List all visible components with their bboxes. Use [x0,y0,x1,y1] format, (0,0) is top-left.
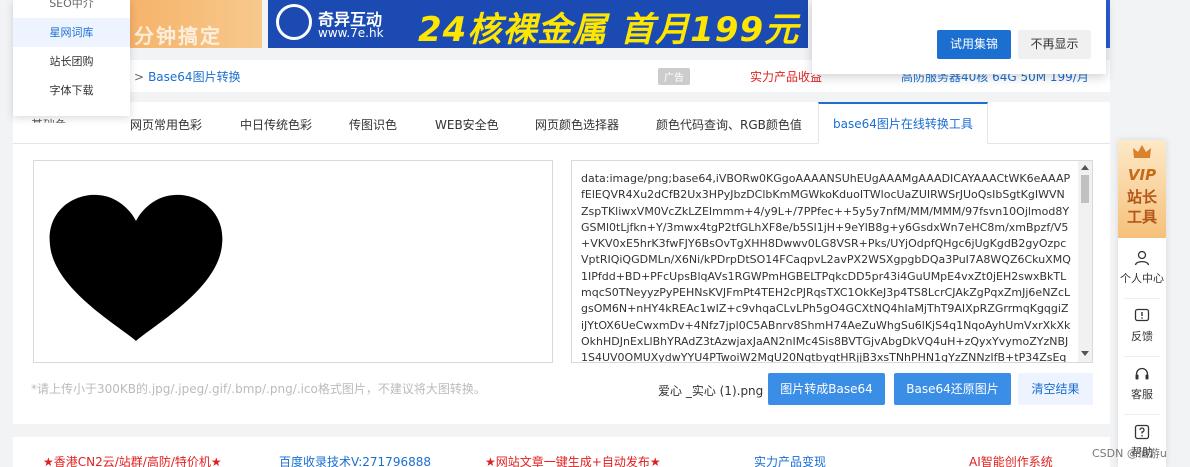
vip-tools-badge[interactable]: VIP 站长 工具 [1118,140,1166,238]
tab-traditional-colors[interactable]: 中日传统色彩 [240,116,312,133]
breadcrumb: 具>Base64图片转换 [118,68,241,85]
tab-image-color-picker[interactable]: 传图识色 [349,116,397,133]
brand-logo-icon [276,4,312,40]
textarea-scrollbar[interactable] [1078,161,1092,362]
tab-color-code-lookup[interactable]: 颜色代码查询、RGB颜色值 [656,116,802,133]
image-preview-box[interactable] [33,160,553,363]
tab-web-safe-colors[interactable]: WEB安全色 [435,116,499,133]
dont-show-again-button[interactable]: 不再显示 [1018,30,1091,59]
tab-base64-converter[interactable]: base64图片在线转换工具 [818,102,988,144]
headset-icon [1135,367,1149,380]
breadcrumb-separator: > [134,70,145,84]
convert-to-base64-button[interactable]: 图片转成Base64 [768,373,885,405]
ad-promo-text: 24核裸金属 首月199元 [418,10,800,48]
vip-line-2: 工具 [1126,208,1157,226]
right-float-toolbar: VIP 站长 工具 个人中心 反馈 客服 帮助 [1118,140,1166,467]
vip-line-1: 站长 [1126,188,1157,206]
ad-label-badge: 广告 [658,68,690,85]
heart-image [49,194,223,341]
help-icon [1134,424,1150,440]
tab-basic-color[interactable]: 基础色 [31,116,67,123]
breadcrumb-current[interactable]: Base64图片转换 [148,70,241,84]
footer-links: ★香港CN2云/站群/高防/特价机★ 百度收录技术V:271796888 ★网站… [13,437,1110,467]
footer-link[interactable]: ★香港CN2云/站群/高防/特价机★ [43,453,222,467]
ad-banner-left-text: 分钟搞定 [134,24,222,48]
uploaded-filename: 爱心 _实心 (1).png [658,384,764,398]
csdn-watermark: CSDN @仙游u [1092,447,1167,460]
ad-banner-left[interactable]: 分钟搞定 [130,0,262,48]
tool-tabs: 基础色 网页常用色彩 中日传统色彩 传图识色 WEB安全色 网页颜色选择器 颜色… [13,102,1110,144]
dropdown-item-group-buy[interactable]: 站长团购 [13,47,130,76]
nav-dropdown-menu: SEO中介 星网词库 站长团购 字体下载 [13,0,130,116]
vip-label: VIP [1127,166,1157,184]
footer-link[interactable]: ★网站文章一键生成+自动发布★ [485,453,661,467]
dropdown-item-thesaurus[interactable]: 星网词库 [13,18,130,47]
base64-output-text: data:image/png;base64,iVBORw0KGgoAAAANSU… [581,172,1071,363]
tab-color-selector[interactable]: 网页颜色选择器 [535,116,619,133]
ad-brand-url: www.7e.hk [318,26,384,40]
dropdown-item-fonts[interactable]: 字体下载 [13,76,130,105]
converter-panel: data:image/png;base64,iVBORw0KGgoAAAANSU… [13,144,1110,424]
try-collection-button[interactable]: 试用集锦 [937,30,1011,59]
float-user-center[interactable]: 个人中心 [1118,240,1166,296]
scroll-down-icon[interactable] [1081,351,1089,356]
user-icon [1134,250,1150,266]
float-feedback[interactable]: 反馈 [1118,298,1166,354]
dropdown-item-seo[interactable]: SEO中介 [13,0,130,18]
upload-hint: *请上传小于300KB的.jpg/.jpeg/.gif/.bmp/.png/.i… [31,382,486,396]
float-customer-service[interactable]: 客服 [1118,356,1166,412]
restore-image-button[interactable]: Base64还原图片 [894,373,1011,405]
footer-link[interactable]: 百度收录技术V:271796888 [279,453,431,467]
footer-link[interactable]: 实力产品变现 [754,453,826,467]
notice-popup: 试用集锦 不再显示 [812,0,1106,74]
float-customer-service-label: 客服 [1131,388,1153,401]
scroll-up-icon[interactable] [1081,165,1089,170]
ad-banner-main[interactable]: 奇异互动 www.7e.hk 24核裸金属 首月199元 [268,0,808,48]
float-feedback-label: 反馈 [1131,330,1153,343]
float-user-center-label: 个人中心 [1120,272,1164,285]
base64-output-textarea[interactable]: data:image/png;base64,iVBORw0KGgoAAAANSU… [571,160,1093,363]
crown-icon [1133,145,1151,158]
feedback-icon [1134,308,1150,322]
clear-result-button[interactable]: 清空结果 [1018,373,1093,405]
scroll-thumb[interactable] [1081,175,1089,203]
footer-link[interactable]: AI智能创作系统 [969,453,1053,467]
tab-web-common-colors[interactable]: 网页常用色彩 [130,116,202,133]
